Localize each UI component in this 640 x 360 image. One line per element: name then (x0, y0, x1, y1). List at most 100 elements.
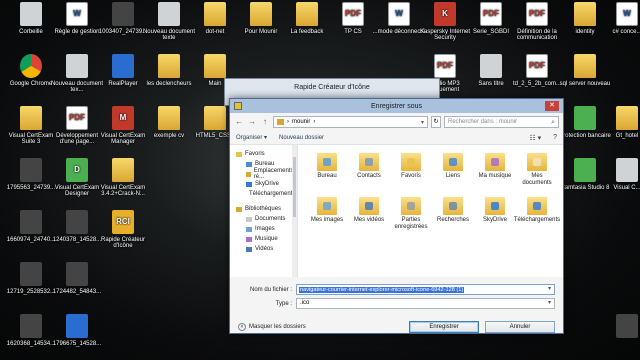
path-separator: › (287, 119, 289, 125)
folder-item[interactable]: Contacts (348, 153, 390, 197)
nav-item[interactable]: Téléchargements (236, 189, 295, 199)
desktop-icon-image (616, 314, 638, 338)
nav-item-icon (246, 236, 252, 242)
back-button[interactable]: ← (234, 117, 244, 127)
desktop-icon[interactable]: Visual C... (598, 158, 640, 210)
desktop-icon-label: Main (208, 81, 222, 87)
nav-item[interactable]: SkyDrive (236, 179, 295, 189)
filename-input[interactable]: navigateur-courrier-internet-explorer-mi… (296, 284, 555, 295)
view-options-button[interactable]: ☷ ▾ (529, 134, 541, 142)
type-select[interactable]: .ico ▾ (296, 298, 555, 309)
desktop-icon-image (616, 106, 638, 130)
hide-folders-label: Masquer les dossiers (249, 324, 306, 330)
desktop-icon-label: Corbeille (19, 29, 43, 35)
nav-item-label: Musique (255, 236, 278, 242)
address-bar: ← → ↑ › mounir › ▾ ↻ Rechercher dans : m… (230, 113, 563, 131)
refresh-button[interactable]: ↻ (431, 116, 441, 128)
path-breadcrumb[interactable]: › mounir › ▾ (273, 116, 428, 128)
help-button[interactable]: ? (553, 134, 557, 141)
desktop-icon-image (20, 314, 42, 338)
forward-button[interactable]: → (247, 117, 257, 127)
desktop-icon-image (112, 2, 134, 26)
desktop-icon-image (158, 54, 180, 78)
desktop-icon-label: sql server nouveau (559, 81, 611, 87)
desktop-icon-image (574, 2, 596, 26)
desktop-icon[interactable]: 1796675_14528... (48, 314, 106, 360)
folder-label: Mes vidéos (353, 217, 385, 223)
desktop-icon[interactable]: Wc# conce... (598, 2, 640, 54)
nav-libraries[interactable]: Bibliothèques (236, 204, 295, 214)
main-area: Favoris Bureau Emplacements ré... SkyDrive… (230, 145, 563, 277)
folder-item[interactable]: Mes documents (516, 153, 558, 197)
folder-icon (277, 119, 284, 125)
nav-item[interactable]: Vidéos (236, 244, 295, 254)
desktop-icon[interactable]: RCI Rapide Créateur d'Icône (94, 210, 152, 262)
chevron-up-icon: ˄ (238, 323, 246, 331)
desktop-icon-label: Règle de gestion (54, 29, 100, 35)
folder-icon (443, 153, 463, 171)
nav-scrollbar[interactable] (292, 145, 297, 277)
nav-item-label: Images (255, 226, 275, 232)
folder-label: Recherches (436, 217, 469, 223)
save-button[interactable]: Enregistrer (409, 321, 479, 333)
scroll-thumb[interactable] (293, 157, 296, 217)
nav-favorites[interactable]: Favoris (236, 149, 295, 159)
desktop-icon-image (296, 2, 318, 26)
nav-item-icon (246, 171, 251, 177)
new-folder-button[interactable]: Nouveau dossier (279, 135, 324, 141)
desktop-icon-label: c# conce... (612, 29, 640, 35)
path-dropdown-icon[interactable]: ▾ (421, 119, 427, 126)
desktop-icon-image (20, 210, 42, 234)
desktop-icon-image (204, 2, 226, 26)
desktop-icon-image (574, 158, 596, 182)
desktop-icon-label: 1724482_54843... (52, 289, 102, 295)
desktop-icon-image (616, 158, 638, 182)
filename-dropdown-icon[interactable]: ▾ (548, 285, 551, 292)
nav-item[interactable]: Emplacements ré... (236, 168, 295, 180)
folder-item[interactable]: Favoris (390, 153, 432, 197)
desktop-icon[interactable]: Gt_hotel (598, 106, 640, 158)
hide-folders-toggle[interactable]: ˄ Masquer les dossiers (238, 323, 306, 331)
path-separator: › (313, 119, 316, 125)
cancel-button[interactable]: Annuler (485, 321, 555, 333)
folder-label: Parties enregistrées (394, 217, 428, 230)
folder-item[interactable]: Liens (432, 153, 474, 197)
desktop-icon[interactable] (598, 314, 640, 360)
folder-item[interactable]: Recherches (432, 197, 474, 241)
folder-icon (485, 153, 505, 171)
desktop-icon-image: PDF (342, 2, 364, 26)
toolbar: Organiser ▾ Nouveau dossier ☷ ▾ ? (230, 131, 563, 145)
desktop-icon[interactable]: sql server nouveau (556, 54, 614, 106)
dialog-titlebar[interactable]: Enregistrer sous ✕ (230, 99, 563, 113)
desktop-icon[interactable]: 1724482_54843... (48, 262, 106, 314)
search-input[interactable]: Rechercher dans : mounir ⌕ (444, 116, 559, 128)
file-grid: Bureau Contacts Favoris Liens Ma musique Mes … (298, 145, 563, 277)
folder-label: Mes documents (522, 173, 552, 186)
desktop-icon-label: dot-net (205, 29, 225, 35)
desktop-icon-image: W (388, 2, 410, 26)
folder-item[interactable]: Téléchargements (514, 197, 560, 241)
organize-button[interactable]: Organiser ▾ (236, 134, 267, 141)
folder-item[interactable]: Mes images (306, 197, 348, 241)
desktop-icon-label: Pour Mounir (244, 29, 278, 35)
nav-item[interactable]: Images (236, 224, 295, 234)
nav-item-icon (246, 181, 252, 187)
folder-item[interactable]: Parties enregistrées (390, 197, 432, 241)
desktop-icon-image: PDF (434, 54, 456, 78)
folder-item[interactable]: Mes vidéos (348, 197, 390, 241)
folder-item[interactable]: SkyDrive (474, 197, 516, 241)
folder-label: Contacts (357, 173, 381, 179)
nav-item[interactable]: Documents (236, 214, 295, 224)
nav-item[interactable]: Musique (236, 234, 295, 244)
folder-item[interactable]: Ma musique (474, 153, 516, 197)
desktop-icon-image (158, 2, 180, 26)
path-current[interactable]: mounir (292, 119, 310, 125)
filename-label: Nom du fichier : (249, 286, 292, 293)
desktop-icon-image (112, 54, 134, 78)
desktop-icon-label: exemple cv (153, 133, 185, 139)
desktop-icon[interactable]: Visual CertExam 3.4.2+Crack-N... (94, 158, 152, 210)
nav-label: Favoris (245, 151, 265, 157)
folder-item[interactable]: Bureau (306, 153, 348, 197)
up-button[interactable]: ↑ (260, 117, 270, 127)
close-button[interactable]: ✕ (545, 101, 559, 111)
